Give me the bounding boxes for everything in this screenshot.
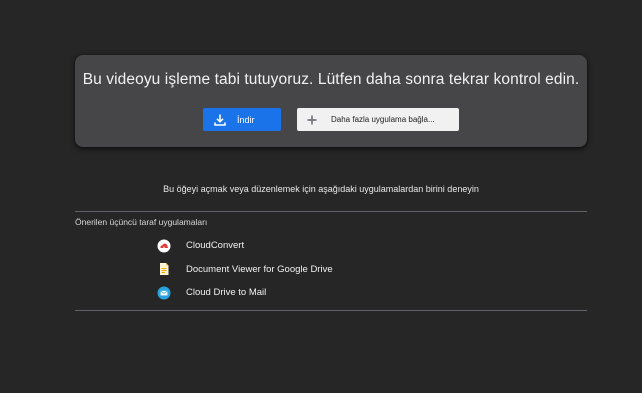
download-button[interactable]: İndir (203, 108, 281, 131)
plus-icon (305, 113, 319, 127)
document-viewer-icon (156, 261, 172, 277)
cloudconvert-icon (156, 238, 172, 254)
app-item-cloud-drive-to-mail[interactable]: Cloud Drive to Mail (156, 281, 456, 305)
open-with-hint: Bu öğeyi açmak veya düzenlemek için aşağ… (163, 184, 479, 194)
connect-more-apps-label: Daha fazla uygulama bağla... (331, 115, 435, 124)
download-button-label: İndir (237, 114, 255, 125)
app-name: Cloud Drive to Mail (186, 287, 267, 299)
download-icon (213, 113, 227, 127)
app-item-document-viewer[interactable]: Document Viewer for Google Drive (156, 258, 456, 282)
processing-message: Bu videoyu işleme tabi tutuyoruz. Lütfen… (82, 71, 580, 88)
divider (75, 211, 587, 212)
suggested-apps-list: CloudConvert Document Viewer for Google … (156, 234, 456, 305)
app-name: CloudConvert (186, 240, 245, 252)
drive-preview-page: Bu videoyu işleme tabi tutuyoruz. Lütfen… (0, 0, 642, 393)
mail-icon (156, 285, 172, 301)
divider (75, 310, 587, 311)
app-name: Document Viewer for Google Drive (186, 263, 333, 275)
suggested-apps-title: Önerilen üçüncü taraf uygulamaları (75, 217, 208, 227)
app-item-cloudconvert[interactable]: CloudConvert (156, 234, 456, 258)
connect-more-apps-button[interactable]: Daha fazla uygulama bağla... (297, 108, 459, 131)
processing-notice-card: Bu videoyu işleme tabi tutuyoruz. Lütfen… (75, 55, 587, 147)
